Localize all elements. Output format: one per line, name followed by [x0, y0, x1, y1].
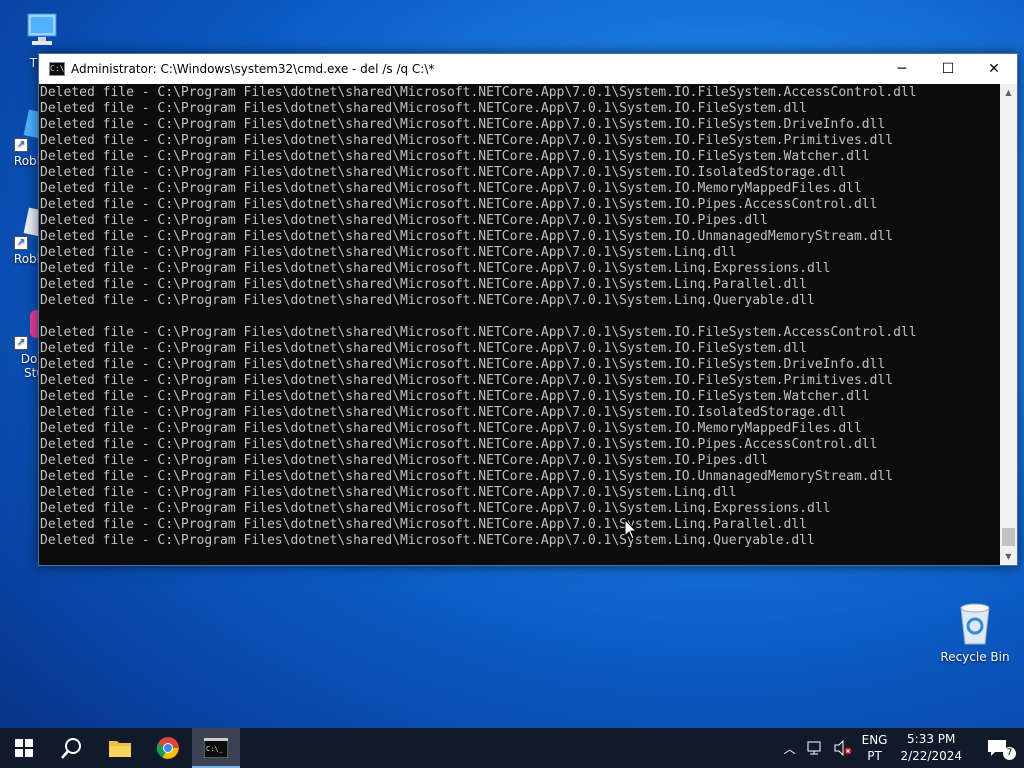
computer-icon	[20, 10, 64, 54]
scroll-thumb[interactable]	[1002, 528, 1015, 546]
minimize-icon: ─	[897, 61, 907, 77]
close-icon: ✕	[988, 61, 1000, 77]
command-prompt-taskbar-button[interactable]: C:\_	[192, 728, 240, 768]
show-hidden-icons-button[interactable]: ︿	[779, 728, 801, 768]
title-bar[interactable]: C:\ Administrator: C:\Windows\system32\c…	[39, 54, 1017, 84]
taskbar: C:\_ ︿ ENG PT 5:33 PM 2/22/2024 7	[0, 728, 1024, 768]
action-center-button[interactable]: 7	[970, 728, 1024, 768]
console-line: Deleted file - C:\Program Files\dotnet\s…	[40, 421, 862, 436]
console-line: Deleted file - C:\Program Files\dotnet\s…	[40, 197, 878, 212]
chrome-icon	[156, 737, 179, 759]
console-line: Deleted file - C:\Program Files\dotnet\s…	[40, 117, 886, 132]
console-line: Deleted file - C:\Program Files\dotnet\s…	[40, 373, 894, 388]
file-explorer-button[interactable]	[96, 728, 144, 768]
scroll-down-arrow-icon[interactable]: ▼	[1000, 548, 1017, 565]
clock-time: 5:33 PM	[907, 732, 956, 746]
shortcut-arrow-icon: ↗	[14, 138, 28, 152]
cmd-window[interactable]: C:\ Administrator: C:\Windows\system32\c…	[38, 53, 1018, 566]
start-button[interactable]	[0, 728, 48, 768]
console-line: Deleted file - C:\Program Files\dotnet\s…	[40, 293, 815, 308]
language-code: ENG	[861, 733, 888, 747]
console-line: Deleted file - C:\Program Files\dotnet\s…	[40, 181, 862, 196]
command-prompt-icon: C:\_	[204, 738, 228, 758]
console-line: Deleted file - C:\Program Files\dotnet\s…	[40, 389, 870, 404]
volume-muted-icon	[834, 740, 852, 756]
svg-text:C:\_: C:\_	[206, 745, 224, 753]
window-title: Administrator: C:\Windows\system32\cmd.e…	[71, 62, 435, 76]
search-icon	[61, 738, 81, 759]
notification-count-badge: 7	[1003, 747, 1016, 760]
console-line: Deleted file - C:\Program Files\dotnet\s…	[40, 85, 917, 100]
system-tray: ︿ ENG PT 5:33 PM 2/22/2024 7	[779, 728, 1024, 768]
console-line: Deleted file - C:\Program Files\dotnet\s…	[40, 133, 894, 148]
console-line: Deleted file - C:\Program Files\dotnet\s…	[40, 357, 886, 372]
console-line: Deleted file - C:\Program Files\dotnet\s…	[40, 229, 894, 244]
search-button[interactable]	[48, 728, 96, 768]
scroll-up-arrow-icon[interactable]: ▲	[1000, 84, 1017, 101]
network-button[interactable]	[801, 728, 829, 768]
recycle-bin-icon	[953, 600, 997, 646]
minimize-button[interactable]: ─	[879, 54, 925, 84]
maximize-icon: ☐	[941, 61, 955, 77]
volume-button[interactable]	[829, 728, 857, 768]
vertical-scrollbar[interactable]: ▲ ▼	[1000, 84, 1017, 565]
file-explorer-icon	[109, 741, 131, 757]
clock-date: 2/22/2024	[900, 749, 962, 763]
console-output[interactable]: Deleted file - C:\Program Files\dotnet\s…	[39, 84, 1000, 565]
console-line: Deleted file - C:\Program Files\dotnet\s…	[40, 453, 768, 468]
console-line: Deleted file - C:\Program Files\dotnet\s…	[40, 469, 894, 484]
start-icon	[15, 739, 33, 757]
console-line: Deleted file - C:\Program Files\dotnet\s…	[40, 405, 847, 420]
window-controls: ─ ☐ ✕	[879, 54, 1017, 84]
keyboard-layout: PT	[867, 749, 882, 763]
chevron-up-icon: ︿	[783, 741, 796, 756]
console-line: Deleted file - C:\Program Files\dotnet\s…	[40, 501, 831, 516]
console-line: Deleted file - C:\Program Files\dotnet\s…	[40, 213, 768, 228]
console-line: Deleted file - C:\Program Files\dotnet\s…	[40, 245, 737, 260]
console-line: Deleted file - C:\Program Files\dotnet\s…	[40, 277, 808, 292]
close-button[interactable]: ✕	[971, 54, 1017, 84]
chrome-button[interactable]	[144, 728, 192, 768]
shortcut-arrow-icon: ↗	[14, 236, 28, 250]
input-language-button[interactable]: ENG PT	[857, 728, 893, 768]
console-line: Deleted file - C:\Program Files\dotnet\s…	[40, 165, 847, 180]
network-icon	[807, 741, 821, 755]
mouse-cursor-icon	[624, 518, 638, 545]
console-line: Deleted file - C:\Program Files\dotnet\s…	[40, 149, 870, 164]
console-line: Deleted file - C:\Program Files\dotnet\s…	[40, 437, 878, 452]
console-line: Deleted file - C:\Program Files\dotnet\s…	[40, 485, 737, 500]
desktop-icon-recycle-bin[interactable]: Recycle Bin	[940, 600, 1010, 664]
console-line: Deleted file - C:\Program Files\dotnet\s…	[40, 341, 808, 356]
clock-button[interactable]: 5:33 PM 2/22/2024	[892, 728, 970, 768]
console-line: Deleted file - C:\Program Files\dotnet\s…	[40, 325, 917, 340]
console-line: Deleted file - C:\Program Files\dotnet\s…	[40, 261, 831, 276]
console-line: Deleted file - C:\Program Files\dotnet\s…	[40, 101, 808, 116]
shortcut-arrow-icon: ↗	[14, 336, 28, 350]
recycle-bin-label: Recycle Bin	[940, 650, 1010, 664]
cmd-app-icon: C:\	[49, 62, 65, 76]
console-line: Deleted file - C:\Program Files\dotnet\s…	[40, 517, 808, 532]
console-line: Deleted file - C:\Program Files\dotnet\s…	[40, 533, 815, 548]
maximize-button[interactable]: ☐	[925, 54, 971, 84]
